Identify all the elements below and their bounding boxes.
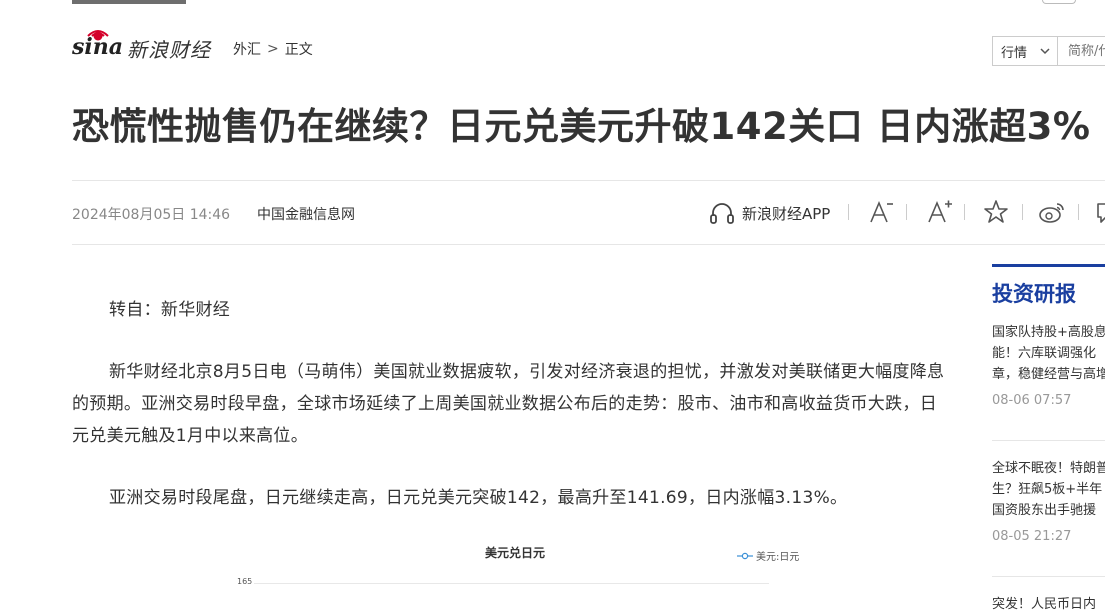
divider [992,576,1105,577]
toolbar-divider [906,204,907,220]
publish-date: 2024年08月05日 14:46 [72,207,231,223]
font-decrease-button[interactable] [868,198,896,226]
chart-title: 美元兑日元 [485,546,546,560]
news-item-line: 生？狂飙5板+半年 [992,482,1103,497]
legend-line-marker-icon [737,552,753,559]
sidebar-news-item[interactable]: 突发！人民币日内 [992,594,1105,615]
headphones-icon [710,203,734,224]
breadcrumb-forex[interactable]: 外汇 [233,39,261,59]
site-name: 新浪财经 [127,38,211,62]
comment-icon [1097,203,1105,223]
stock-search-input[interactable] [1058,36,1105,66]
news-item-time: 08-06 07:57 [992,393,1072,408]
toolbar-divider [1022,204,1023,220]
divider [992,440,1105,441]
news-item-line: 国资股东出手驰援 [992,503,1097,518]
news-item-time: 08-05 21:27 [992,529,1072,544]
news-item-line: 突发！人民币日内 [992,597,1097,612]
toolbar-divider [964,204,965,220]
market-type-select[interactable]: 行情 [992,36,1058,66]
top-banner-image-edge [72,0,186,4]
legend-label: 美元:日元 [756,552,800,563]
sidebar-news-item[interactable]: 全球不眠夜！特朗普 生？狂飙5板+半年 国资股东出手驰援 08-05 21:27 [992,458,1105,544]
news-item-line: 能！六库联调强化 [992,346,1097,361]
app-listen-link[interactable]: 新浪财经APP [708,199,830,227]
sina-logo[interactable]: sina [71,26,124,62]
app-link-label: 新浪财经APP [742,204,831,223]
article-source[interactable]: 中国金融信息网 [257,204,355,224]
weibo-share-button[interactable] [1038,198,1066,226]
divider [72,244,1105,245]
font-increase-button[interactable] [926,198,954,226]
chart-gridline [254,583,769,584]
chart-legend: 美元:日元 [737,548,799,563]
star-icon [984,200,1008,223]
article-title: 恐慌性抛售仍在继续？日元兑美元升破142关口 日内涨超3% [72,105,1091,148]
sidebar-news-item[interactable]: 国家队持股+高股息 能！六库联调强化 章，稳健经营与高增 08-06 07:57 [992,322,1105,408]
article-paragraph: 亚洲交易时段尾盘，日元继续走高，日元兑美元突破142，最高升至141.69，日内… [109,488,848,508]
article-paragraph: 新华财经北京8月5日电（马萌伟）美国就业数据疲软，引发对经济衰退的担忧，并激发对… [72,362,945,446]
comment-button[interactable] [1094,198,1105,226]
news-item-line: 全球不眠夜！特朗普 [992,461,1105,476]
breadcrumb: 外汇 > 正文 [233,39,313,59]
news-item-line: 国家队持股+高股息 [992,325,1105,340]
svg-text:sina: sina [72,34,123,60]
chart-y-tick: 165 [237,577,253,586]
news-item-line: 章，稳健经营与高增 [992,367,1105,382]
toolbar-divider [848,204,849,220]
sidebar-accent-rule [992,264,1105,267]
favorite-button[interactable] [982,198,1010,226]
toolbar-divider [1078,204,1079,220]
reprint-source: 转自：新华财经 [109,300,231,320]
top-button-edge[interactable] [1042,0,1076,4]
breadcrumb-article[interactable]: 正文 [285,39,313,59]
breadcrumb-separator: > [267,41,279,57]
sidebar-title: 投资研报 [992,282,1076,306]
market-select-value: 行情 [1001,45,1028,61]
font-decrease-icon [870,200,893,223]
font-increase-icon [928,200,952,223]
chevron-down-icon [1040,48,1050,55]
divider [72,180,1105,181]
weibo-icon [1039,203,1064,223]
